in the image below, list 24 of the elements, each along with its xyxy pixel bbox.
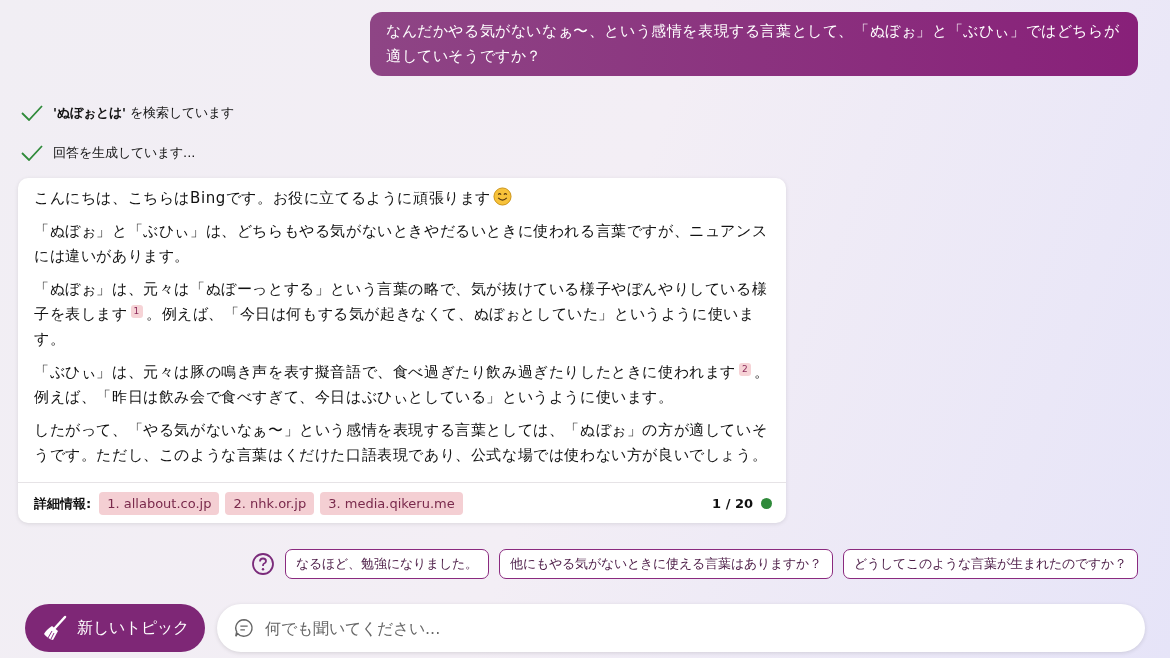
source-link[interactable]: 3. media.qikeru.me [320,492,463,515]
broom-icon [41,614,69,642]
chat-input-field[interactable]: 何でも聞いてください... [217,604,1145,652]
source-link[interactable]: 2. nhk.or.jp [225,492,315,515]
question-icon[interactable] [251,552,275,576]
suggestion-chip[interactable]: なるほど、勉強になりました。 [285,549,489,579]
answer-paragraph: こんにちは、こちらはBingです。お役に立てるように頑張ります [34,186,770,211]
citation-link[interactable]: 1 [130,305,143,318]
suggestion-chip[interactable]: どうしてこのような言葉が生まれたのですか？ [843,549,1138,579]
turn-counter: 1 / 20 [712,496,753,511]
step-text: 'ぬぼぉとは' を検索しています [53,104,235,122]
citation-link[interactable]: 2 [739,363,752,376]
answer-paragraph: したがって、「やる気がないなぁ〜」という感情を表現する言葉としては、「ぬぼぉ」の方が適していそうです。ただし、このような言葉はくだけた口語表現であり、公式な場では使わない方が良いでしょう。 [34,420,769,466]
status-dot [761,498,772,509]
answer-paragraph: 「ぬぼぉ」は、元々は「ぬぼーっとする」という言葉の略で、気が抜けている様子やぼんやりしている様子を表します 1 。例えば、「今日は何もする気が起きなくて、ぬぼぉとしていた」というように使います。 [34,279,769,350]
source-link[interactable]: 1. allabout.co.jp [99,492,220,515]
new-topic-button[interactable]: 新しいトピック [25,604,205,652]
step-text: 回答を生成しています... [53,144,196,162]
answer-paragraph: 「ぬぼぉ」と「ぶひぃ」は、どちらもやる気がないときやだるいときに使われる言葉ですが、ニュアンスには違いがあります。 [34,221,769,267]
suggestion-chip[interactable]: 他にもやる気がないときに使える言葉はありますか？ [499,549,833,579]
smiley-icon [493,187,513,206]
user-message: なんだかやる気がないなぁ〜、という感情を表現する言葉として、「ぬぼぉ」と「ぶひぃ」ではどちらが適していそうですか？ [370,12,1138,76]
sources-label: 詳細情報: [34,494,92,513]
answer-paragraph: 「ぶひぃ」は、元々は豚の鳴き声を表す擬音語で、食べ過ぎたり飲み過ぎたりしたときに使われます 2 。例えば、「昨日は飲み会で食べすぎて、今日はぶひぃとしている」というように使います。 [34,362,770,408]
